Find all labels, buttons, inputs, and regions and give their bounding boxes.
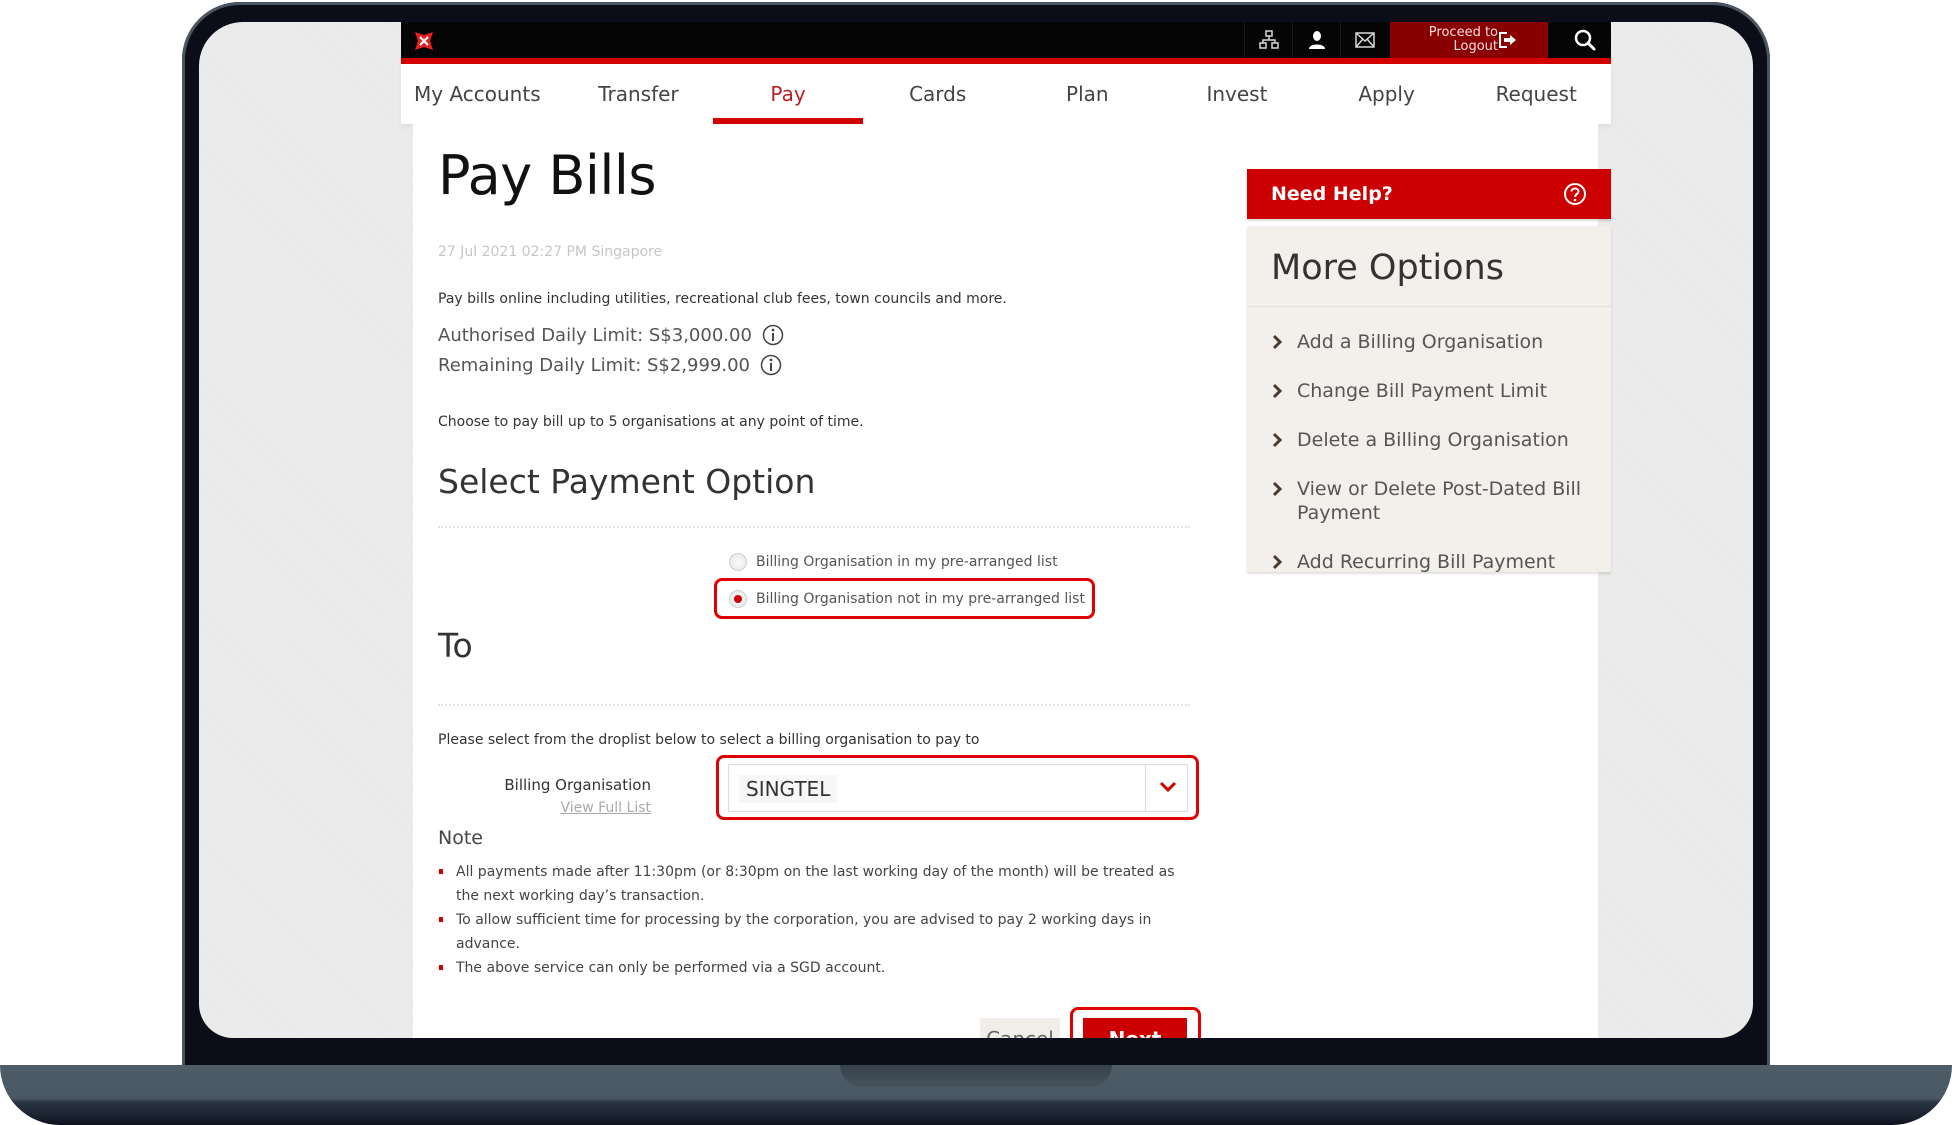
more-options-title: More Options (1271, 248, 1504, 288)
user-icon[interactable] (1292, 22, 1340, 58)
options-divider (1247, 306, 1611, 307)
option-add-recurring[interactable]: Add Recurring Bill Payment (1271, 550, 1591, 574)
nav-tab-label: Plan (1066, 82, 1109, 106)
logout-icon (1499, 32, 1516, 48)
main-content: Pay Bills 27 Jul 2021 02:27 PM Singapore… (413, 124, 1611, 1038)
nav-tab-label: Request (1495, 82, 1577, 106)
to-heading: To (438, 626, 473, 665)
nav-tab-label: Apply (1358, 82, 1415, 106)
nav-tab-transfer[interactable]: Transfer (564, 64, 714, 124)
cancel-button[interactable]: Cancel (980, 1018, 1060, 1038)
logout-label-line2: Logout (1453, 39, 1498, 54)
mail-icon[interactable] (1340, 22, 1388, 58)
chevron-right-icon (1272, 432, 1283, 448)
nav-tab-label: My Accounts (414, 82, 541, 106)
radio-button[interactable] (729, 553, 747, 571)
logout-label-line1: Proceed to (1428, 25, 1498, 40)
search-button[interactable] (1559, 22, 1611, 58)
section-divider (438, 704, 1190, 706)
logout-label: Proceed to Logout (1420, 26, 1498, 54)
highlight-box-radio (714, 578, 1095, 619)
info-icon[interactable] (762, 324, 784, 346)
top-header: Proceed to Logout (401, 22, 1611, 58)
question-icon (1564, 183, 1586, 205)
option-label: View or Delete Post-Dated Bill Payment (1297, 478, 1582, 524)
page-title: Pay Bills (438, 144, 657, 207)
bank-web-page: Proceed to Logout My Accounts Transfer P… (401, 22, 1611, 1038)
nav-tab-plan[interactable]: Plan (1013, 64, 1163, 124)
note-heading: Note (438, 827, 483, 849)
authorised-limit-row: Authorised Daily Limit: S$3,000.00 (438, 324, 784, 346)
billing-org-label: Billing Organisation (504, 776, 651, 794)
chevron-right-icon (1272, 334, 1283, 350)
option-view-post-dated[interactable]: View or Delete Post-Dated Bill Payment (1271, 477, 1591, 525)
authorised-limit: Authorised Daily Limit: S$3,000.00 (438, 324, 752, 346)
chevron-right-icon (1272, 481, 1283, 497)
highlight-box-next (1070, 1007, 1201, 1038)
notes-list: All payments made after 11:30pm (or 8:30… (438, 860, 1198, 980)
option-label: Delete a Billing Organisation (1297, 429, 1569, 451)
highlight-box-select (716, 755, 1199, 820)
nav-tab-label: Cards (909, 82, 967, 106)
info-icon[interactable] (760, 354, 782, 376)
remaining-limit-row: Remaining Daily Limit: S$2,999.00 (438, 354, 782, 376)
nav-tab-label: Transfer (598, 82, 679, 106)
option-label: Add Recurring Bill Payment (1297, 551, 1556, 573)
payment-option-heading: Select Payment Option (438, 462, 816, 501)
more-options-panel: More Options Add a Billing Organisation … (1247, 226, 1611, 574)
option-delete-billing-org[interactable]: Delete a Billing Organisation (1271, 428, 1591, 452)
dbs-logo-icon[interactable] (413, 30, 435, 52)
chevron-right-icon (1272, 554, 1283, 570)
option-label: Add a Billing Organisation (1297, 331, 1544, 353)
nav-tab-label: Invest (1206, 82, 1268, 106)
option-change-limit[interactable]: Change Bill Payment Limit (1271, 379, 1591, 403)
nav-tab-request[interactable]: Request (1461, 64, 1611, 124)
sitemap-icon[interactable] (1244, 22, 1292, 58)
need-help-bar[interactable]: Need Help? (1247, 169, 1611, 219)
radio-label: Billing Organisation in my pre-arranged … (756, 554, 1058, 570)
chevron-right-icon (1272, 383, 1283, 399)
need-help-label: Need Help? (1271, 183, 1393, 205)
note-item: All payments made after 11:30pm (or 8:30… (438, 860, 1198, 908)
main-nav: My Accounts Transfer Pay Cards Plan Inve… (401, 64, 1611, 124)
nav-tab-cards[interactable]: Cards (863, 64, 1013, 124)
nav-tab-apply[interactable]: Apply (1312, 64, 1462, 124)
option-label: Change Bill Payment Limit (1297, 380, 1548, 402)
laptop-screen: Proceed to Logout My Accounts Transfer P… (199, 22, 1753, 1038)
search-icon (1574, 29, 1596, 51)
logout-button[interactable]: Proceed to Logout (1390, 22, 1548, 58)
intro-text: Pay bills online including utilities, re… (438, 291, 1007, 307)
radio-pre-arranged[interactable]: Billing Organisation in my pre-arranged … (729, 553, 1058, 571)
timestamp: 27 Jul 2021 02:27 PM Singapore (438, 244, 663, 260)
note-item: To allow sufficient time for processing … (438, 908, 1198, 956)
option-add-billing-org[interactable]: Add a Billing Organisation (1271, 330, 1591, 354)
choose-text: Choose to pay bill up to 5 organisations… (438, 414, 864, 430)
note-item: The above service can only be performed … (438, 956, 1198, 980)
nav-tab-label: Pay (770, 82, 806, 106)
nav-tab-pay[interactable]: Pay (713, 64, 863, 124)
laptop-notch (840, 1065, 1112, 1087)
remaining-limit: Remaining Daily Limit: S$2,999.00 (438, 354, 751, 376)
nav-tab-my-accounts[interactable]: My Accounts (401, 64, 564, 124)
section-divider (438, 526, 1190, 528)
view-full-list-link[interactable]: View Full List (560, 800, 651, 816)
droplist-help-text: Please select from the droplist below to… (438, 732, 980, 748)
nav-tab-invest[interactable]: Invest (1162, 64, 1312, 124)
